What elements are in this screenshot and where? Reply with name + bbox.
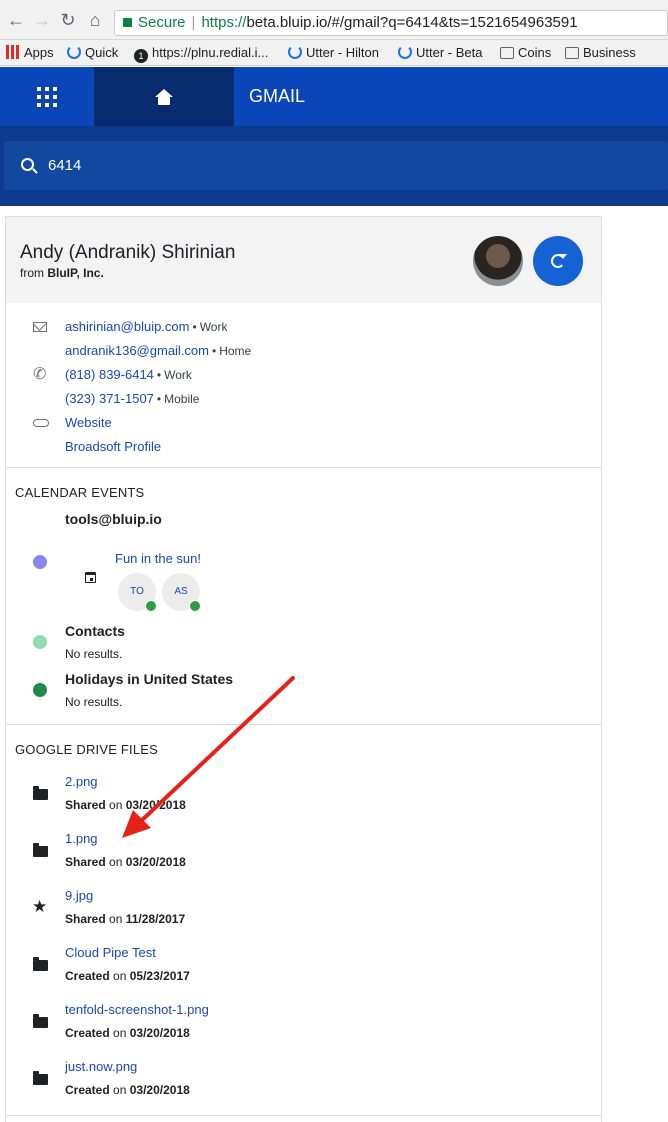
- drive-section-title: GOOGLE DRIVE FILES: [15, 742, 159, 757]
- drive-file-link[interactable]: tenfold-screenshot-1.png: [65, 1002, 209, 1017]
- folder-icon: [33, 786, 48, 800]
- drive-file-link[interactable]: Cloud Pipe Test: [65, 945, 156, 960]
- refresh-button[interactable]: [533, 236, 583, 286]
- broadsoft-profile-link[interactable]: Broadsoft Profile: [65, 439, 161, 454]
- event-title[interactable]: Fun in the sun!: [115, 551, 201, 566]
- drive-file-meta: Shared on 03/20/2018: [65, 798, 186, 812]
- phone-icon: ✆: [33, 366, 47, 383]
- browser-toolbar: ← → ↻ ⌂ Secure | https://beta.bluip.io/#/g…: [0, 0, 668, 40]
- contact-header: Andy (Andranik) Shirinian from BluIP, In…: [6, 217, 601, 303]
- phone-row: (818) 839-6414 • Work: [65, 367, 192, 382]
- phone-row: (323) 371-1507 • Mobile: [65, 391, 200, 406]
- calendar-color-dot: [33, 555, 47, 569]
- home-icon: [155, 88, 173, 105]
- email-row: ashirinian@bluip.com • Work: [65, 319, 228, 334]
- drive-file-link[interactable]: 9.jpg: [65, 888, 93, 903]
- calendar-color-dot: [33, 635, 47, 649]
- app-header: GMAIL: [0, 67, 668, 126]
- contact-org: from BluIP, Inc.: [20, 266, 104, 280]
- address-bar[interactable]: Secure | https://beta.bluip.io/#/gmail?q=6…: [114, 10, 668, 36]
- drive-file-link[interactable]: 1.png: [65, 831, 98, 846]
- folder-icon: [33, 1071, 48, 1085]
- attendee-avatar[interactable]: AS: [162, 573, 201, 612]
- calendar-name: tools@bluip.io: [65, 511, 162, 527]
- search-band: [0, 126, 668, 206]
- drive-file-meta: Shared on 03/20/2018: [65, 855, 186, 869]
- email-link[interactable]: ashirinian@bluip.com: [65, 319, 189, 334]
- search-box[interactable]: [4, 141, 668, 190]
- site-icon: 1: [134, 49, 148, 63]
- url-scheme: https://: [201, 14, 247, 31]
- apps-grid-button[interactable]: [0, 67, 94, 126]
- forward-icon[interactable]: →: [32, 10, 52, 30]
- app-title: GMAIL: [249, 86, 306, 106]
- status-badge: [145, 600, 157, 612]
- divider: [6, 724, 601, 725]
- url-path: beta.bluip.io/#/gmail?q=6414&ts=15216549…: [246, 14, 578, 31]
- folder-icon: [33, 957, 48, 971]
- drive-file-meta: Created on 05/23/2017: [65, 969, 190, 983]
- calendar-name: Holidays in United States: [65, 671, 234, 687]
- contact-name: Andy (Andranik) Shirinian: [20, 242, 236, 263]
- folder-icon: [33, 1014, 48, 1028]
- calendar-section-title: CALENDAR EVENTS: [15, 485, 145, 500]
- power-icon: [398, 45, 412, 59]
- refresh-icon: [551, 254, 567, 268]
- bookmark-coins[interactable]: Coins: [500, 44, 551, 62]
- bookmark-utter-hilton[interactable]: Utter - Hilton: [288, 44, 379, 62]
- folder-icon: [500, 47, 514, 59]
- search-input[interactable]: [48, 141, 648, 190]
- status-badge: [189, 600, 201, 612]
- bookmark-plnu[interactable]: 1 https://plnu.redial.i...: [134, 44, 268, 63]
- bookmark-quick[interactable]: Quick: [67, 44, 118, 62]
- calendar-name: Contacts: [65, 623, 125, 639]
- drive-file-link[interactable]: 2.png: [65, 774, 98, 789]
- drive-file-link[interactable]: just.now.png: [65, 1059, 137, 1074]
- power-icon: [288, 45, 302, 59]
- website-link[interactable]: Website: [65, 415, 112, 430]
- apps-icon: [6, 45, 20, 59]
- email-row: andranik136@gmail.com • Home: [65, 343, 252, 358]
- drive-file-meta: Created on 03/20/2018: [65, 1026, 190, 1040]
- contact-card: Andy (Andranik) Shirinian from BluIP, In…: [5, 216, 602, 1122]
- lock-icon: [123, 18, 132, 27]
- drive-file-meta: Created on 03/20/2018: [65, 1083, 190, 1097]
- home-browser-icon[interactable]: ⌂: [85, 10, 105, 30]
- reload-icon[interactable]: ↻: [58, 10, 78, 30]
- bookmark-business[interactable]: Business: [565, 44, 636, 62]
- email-link[interactable]: andranik136@gmail.com: [65, 343, 209, 358]
- bookmarks-bar: Apps Quick 1 https://plnu.redial.i... Utt…: [0, 40, 668, 66]
- star-icon: ★: [32, 897, 48, 916]
- bookmark-apps[interactable]: Apps: [6, 44, 54, 62]
- divider: [6, 467, 601, 468]
- no-results-text: No results.: [65, 647, 123, 661]
- attendee-avatar[interactable]: TO: [118, 573, 157, 612]
- mail-icon: [33, 322, 47, 332]
- no-results-text: No results.: [65, 695, 123, 709]
- search-icon: [21, 158, 34, 171]
- secure-label: Secure: [138, 14, 186, 31]
- folder-icon: [33, 843, 48, 857]
- link-icon: [33, 419, 49, 427]
- divider: [6, 1115, 601, 1116]
- home-button[interactable]: [94, 67, 234, 126]
- calendar-icon: [85, 572, 96, 583]
- grid-icon: [37, 86, 57, 107]
- calendar-color-dot: [33, 683, 47, 697]
- drive-file-meta: Shared on 11/28/2017: [65, 912, 186, 926]
- phone-link[interactable]: (323) 371-1507: [65, 391, 154, 406]
- url-separator: |: [191, 14, 196, 31]
- bookmark-utter-beta[interactable]: Utter - Beta: [398, 44, 482, 62]
- back-icon[interactable]: ←: [6, 10, 26, 30]
- phone-link[interactable]: (818) 839-6414: [65, 367, 154, 382]
- folder-icon: [565, 47, 579, 59]
- avatar: [473, 236, 523, 286]
- power-icon: [67, 45, 81, 59]
